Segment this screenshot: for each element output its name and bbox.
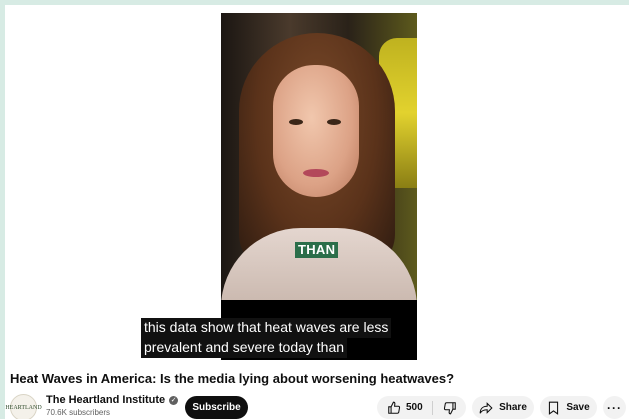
share-label: Share	[499, 402, 527, 413]
verified-icon: ✓	[169, 395, 179, 405]
subtitle-line-1: this data show that heat waves are less	[141, 318, 392, 338]
like-icon	[387, 401, 401, 415]
eye-left	[289, 119, 303, 125]
dislike-button[interactable]	[433, 396, 466, 419]
share-button[interactable]: Share	[472, 396, 534, 419]
overlay-caption-word: THAN	[295, 242, 339, 258]
share-icon	[479, 401, 493, 415]
speaker-face	[273, 65, 359, 197]
save-label: Save	[566, 402, 590, 413]
avatar-logo-text: HEARTLAND	[5, 404, 42, 411]
video-subtitles: this data show that heat waves are less …	[141, 318, 421, 358]
video-title: Heat Waves in America: Is the media lyin…	[10, 371, 455, 386]
more-button[interactable]: ···	[603, 396, 626, 419]
save-button[interactable]: Save	[540, 396, 597, 419]
subscribe-button[interactable]: Subscribe	[185, 396, 248, 419]
subscriber-count: 70.6K subscribers	[46, 408, 111, 417]
video-player[interactable]: THAN	[221, 13, 417, 360]
like-dislike-group: 500	[377, 396, 466, 419]
page: THAN this data show that heat waves are …	[5, 5, 629, 419]
like-count: 500	[406, 402, 423, 413]
eye-right	[327, 119, 341, 125]
subtitle-line-2: prevalent and severe today than	[141, 338, 348, 358]
channel-name[interactable]: The Heartland Institute	[46, 394, 165, 406]
channel-name-row[interactable]: The Heartland Institute ✓	[46, 394, 179, 406]
channel-avatar[interactable]: HEARTLAND	[5, 394, 42, 419]
save-icon	[547, 401, 560, 415]
video-frame: THAN	[221, 13, 417, 300]
dislike-icon	[443, 401, 457, 415]
more-icon: ···	[607, 400, 622, 415]
like-button[interactable]: 500	[377, 396, 432, 419]
mouth	[303, 169, 329, 177]
